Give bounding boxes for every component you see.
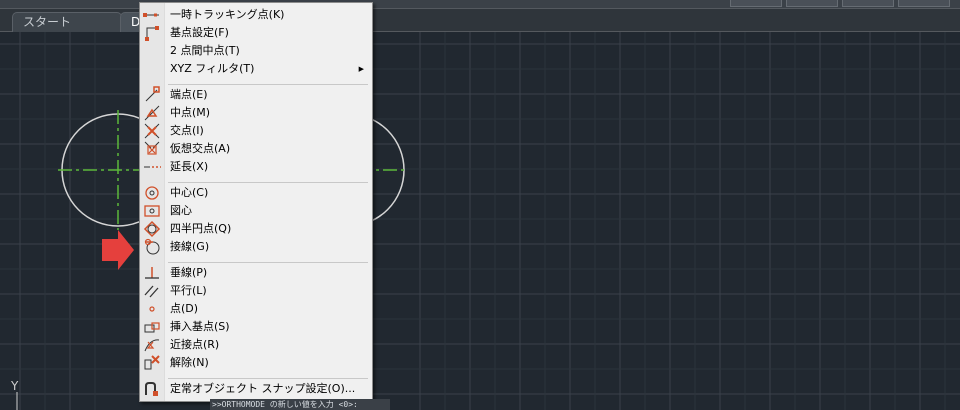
menu-item-label: 垂線(P)	[170, 266, 208, 279]
temporary-tracking-icon	[143, 13, 159, 17]
menu-item-extension[interactable]: 延長(X)	[140, 158, 372, 176]
none-snap-icon	[144, 355, 160, 370]
submenu-arrow-icon: ▶	[358, 65, 364, 73]
menu-item-label: 交点(I)	[170, 124, 204, 137]
menu-item-insertion[interactable]: 挿入基点(S)	[140, 318, 372, 336]
parallel-icon	[144, 285, 159, 298]
osnap-settings-icon	[145, 382, 158, 396]
ribbon-dropdown[interactable]	[898, 0, 950, 7]
menu-item-from[interactable]: 基点設定(F)	[140, 24, 372, 42]
menu-item-quadrant[interactable]: 四半円点(Q)	[140, 220, 372, 238]
ribbon-dropdown[interactable]	[730, 0, 782, 7]
menu-item-label: 仮想交点(A)	[170, 142, 231, 155]
menu-item-node[interactable]: 点(D)	[140, 300, 372, 318]
menu-separator	[168, 84, 368, 85]
menu-item-label: 中心(C)	[170, 186, 209, 199]
menu-item-label: 四半円点(Q)	[170, 222, 232, 235]
menu-item-label: 2 点間中点(T)	[170, 44, 240, 57]
menu-item-endpoint[interactable]: 端点(E)	[140, 86, 372, 104]
menu-item-label: 解除(N)	[170, 356, 209, 369]
from-icon	[145, 26, 159, 41]
nearest-icon	[144, 339, 160, 352]
menu-item-center[interactable]: 中心(C)	[140, 184, 372, 202]
ribbon-dropdown[interactable]	[786, 0, 838, 7]
menu-item-label: 挿入基点(S)	[170, 320, 230, 333]
menu-item-label: 近接点(R)	[170, 338, 220, 351]
ucs-y-label: Y	[10, 379, 19, 393]
geometric-center-icon	[144, 205, 160, 217]
tangent-icon	[144, 238, 160, 255]
extension-icon	[144, 166, 161, 168]
menu-item-geometric-center[interactable]: 図心	[140, 202, 372, 220]
menu-item-label: 定常オブジェクト スナップ設定(O)...	[170, 382, 356, 395]
ribbon-dropdown[interactable]	[842, 0, 894, 7]
menu-item-label: 延長(X)	[170, 160, 209, 173]
tab-start[interactable]: スタート	[12, 12, 122, 32]
menu-item-apparent-intersection[interactable]: 仮想交点(A)	[140, 140, 372, 158]
perpendicular-icon	[145, 267, 159, 279]
node-icon	[149, 306, 155, 312]
menu-item-perpendicular[interactable]: 垂線(P)	[140, 264, 372, 282]
menu-item-midpoint[interactable]: 中点(M)	[140, 104, 372, 122]
menu-item-label: 一時トラッキング点(K)	[170, 8, 285, 21]
menu-item-label: 基点設定(F)	[170, 26, 229, 39]
menu-item-label: XYZ フィルタ(T)	[170, 62, 255, 75]
menu-item-label: 中点(M)	[170, 106, 211, 119]
menu-separator	[168, 262, 368, 263]
menu-separator	[168, 182, 368, 183]
menu-item-label: 端点(E)	[170, 88, 208, 101]
insertion-icon	[144, 322, 160, 333]
menu-item-osnap-settings[interactable]: 定常オブジェクト スナップ設定(O)...	[140, 380, 372, 398]
midpoint-icon	[144, 105, 160, 121]
quadrant-icon	[143, 220, 161, 238]
pointer-arrow-icon	[102, 230, 134, 270]
menu-item-intersection[interactable]: 交点(I)	[140, 122, 372, 140]
menu-item-temporary-tracking[interactable]: 一時トラッキング点(K)	[140, 6, 372, 24]
menu-item-xyz-filter[interactable]: XYZ フィルタ(T) ▶	[140, 60, 372, 78]
menu-item-tangent[interactable]: 接線(G)	[140, 238, 372, 256]
menu-item-label: 図心	[170, 204, 192, 217]
command-line[interactable]: >>ORTHOMODE の新しい値を入力 <0>:	[210, 399, 390, 410]
center-icon	[145, 186, 159, 200]
menu-item-label: 点(D)	[170, 302, 199, 315]
intersection-icon	[144, 123, 160, 139]
endpoint-icon	[145, 86, 160, 102]
menu-item-none[interactable]: 解除(N)	[140, 354, 372, 372]
apparent-intersection-icon	[144, 141, 160, 155]
menu-item-nearest[interactable]: 近接点(R)	[140, 336, 372, 354]
menu-item-label: 接線(G)	[170, 240, 210, 253]
object-snap-context-menu: 一時トラッキング点(K) 基点設定(F) 2 点間中点(T) XYZ フィルタ(…	[139, 2, 373, 402]
menu-item-mid-between-2-points[interactable]: 2 点間中点(T)	[140, 42, 372, 60]
menu-separator	[168, 378, 368, 379]
menu-item-parallel[interactable]: 平行(L)	[140, 282, 372, 300]
menu-item-label: 平行(L)	[170, 284, 207, 297]
